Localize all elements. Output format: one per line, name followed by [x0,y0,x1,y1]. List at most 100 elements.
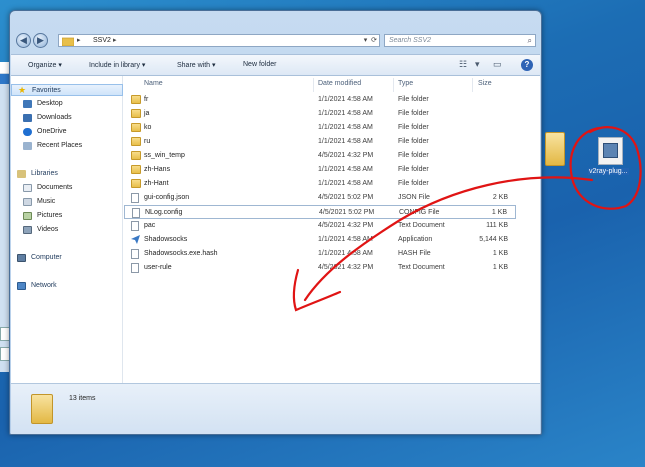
desktop-folder-icon[interactable] [545,132,565,166]
file-name: Shadowsocks [144,236,188,243]
help-icon[interactable]: ? [521,59,533,71]
videos-icon [23,226,32,234]
search-input[interactable]: Search SSV2 ⌕ [384,34,536,47]
navigation-pane: ★ Favorites Desktop Downloads OneDrive R… [11,76,123,383]
sidebar-item-label: Documents [37,184,73,191]
file-date-modified: 4/5/2021 5:02 PM [318,194,374,201]
address-bar-row: ◀ ▶ ▸ SSV2 ▸ ▾ ⟳ Search SSV2 ⌕ [16,33,536,49]
sidebar-item-label: Network [31,282,57,289]
organize-button[interactable]: Organize ▾ [28,61,62,69]
breadcrumb-current[interactable]: SSV2 [93,37,111,44]
archive-icon [603,143,618,158]
column-header-type[interactable]: Type [398,80,413,87]
file-row[interactable]: zh-Hans 1/1/2021 4:58 AM File folder [124,163,516,177]
folder-icon [131,165,141,174]
back-button[interactable]: ◀ [16,33,31,48]
file-name: zh-Hans [144,166,171,173]
documents-icon [23,184,32,192]
column-header-name[interactable]: Name [144,80,163,87]
sidebar-item-label: OneDrive [37,128,67,135]
desktop-file-label[interactable]: v2ray-plug... [588,168,629,175]
file-row[interactable]: zh-Hant 1/1/2021 4:58 AM File folder [124,177,516,191]
column-separator[interactable] [472,78,473,92]
file-row[interactable]: ru 1/1/2021 4:58 AM File folder [124,135,516,149]
file-row[interactable]: ko 1/1/2021 4:58 AM File folder [124,121,516,135]
include-in-library-button[interactable]: Include in library ▾ [89,61,145,69]
sidebar-item-pictures[interactable]: Pictures [11,210,123,222]
column-header-size[interactable]: Size [478,80,492,87]
sidebar-item-network[interactable]: Network [11,280,123,292]
scroll-area[interactable] [516,76,540,383]
preview-pane-icon[interactable]: ▭ [493,59,502,70]
file-name: fr [144,96,149,103]
file-size: 111 KB [486,222,508,229]
address-bar[interactable]: ▸ SSV2 ▸ ▾ ⟳ [58,34,380,47]
sidebar-item-label: Music [37,198,56,205]
file-row[interactable]: gui-config.json 4/5/2021 5:02 PM JSON File… [124,191,516,205]
sidebar-item-recent-places[interactable]: Recent Places [11,140,123,152]
column-header-date-modified[interactable]: Date modified [318,80,361,87]
sidebar-item-downloads[interactable]: Downloads [11,112,123,124]
file-size: 2 KB [492,194,508,201]
share-with-button[interactable]: Share with ▾ [177,61,216,69]
file-name: ja [144,110,150,117]
sidebar-item-onedrive[interactable]: OneDrive [11,126,123,138]
file-row[interactable]: Shadowsocks.exe.hash 1/1/2021 4:58 AM HASH… [124,247,516,261]
explorer-window: ◀ ▶ ▸ SSV2 ▸ ▾ ⟳ Search SSV2 ⌕ Organize … [9,10,542,435]
folder-icon [131,123,141,132]
pictures-icon [23,212,32,220]
file-row[interactable]: NLog.config 4/5/2021 5:02 PM CONFIG File 1 … [124,205,516,219]
document-icon [131,221,139,231]
file-name: Shadowsocks.exe.hash [144,250,218,257]
folder-icon [131,95,141,104]
file-row[interactable]: ja 1/1/2021 4:58 AM File folder [124,107,516,121]
file-row[interactable]: fr 1/1/2021 4:58 AM File folder [124,93,516,107]
file-type: HASH File [398,250,431,257]
file-date-modified: 1/1/2021 4:58 AM [318,166,373,173]
column-separator[interactable] [393,78,394,92]
file-date-modified: 4/5/2021 5:02 PM [319,209,375,216]
file-row[interactable]: user-rule 4/5/2021 4:32 PM Text Document 1 … [124,261,516,275]
view-dropdown-icon[interactable]: ▾ [475,59,480,70]
forward-button[interactable]: ▶ [33,33,48,48]
sidebar-item-music[interactable]: Music [11,196,123,208]
sidebar-item-label: Videos [37,226,59,233]
sidebar-item-label: Computer [31,254,62,261]
sidebar-item-libraries[interactable]: Libraries [11,168,123,180]
desktop-icon [23,100,32,108]
folder-icon [31,394,53,424]
file-type: File folder [398,152,429,159]
paper-plane-icon [131,235,140,244]
details-pane: 13 items [11,383,540,434]
cloud-icon [23,128,32,136]
sidebar-item-label: Downloads [37,114,72,121]
sidebar-item-videos[interactable]: Videos [11,224,123,236]
desktop-file-icon[interactable] [598,137,623,165]
music-icon [23,198,32,206]
sidebar-item-desktop[interactable]: Desktop [11,98,123,110]
search-icon[interactable]: ⌕ [528,36,532,46]
sidebar-item-label: Pictures [37,212,63,219]
sidebar-item-documents[interactable]: Documents [11,182,123,194]
view-options-icon[interactable]: ☷ [459,59,467,70]
new-folder-button[interactable]: New folder [243,61,276,68]
address-dropdown-icon[interactable]: ▾ ⟳ [364,36,377,44]
file-row[interactable]: ss_win_temp 4/5/2021 4:32 PM File folder [124,149,516,163]
column-separator[interactable] [313,78,314,92]
file-list: Name Date modified Type Size fr 1/1/2021 … [124,76,516,383]
file-type: File folder [398,96,429,103]
file-name: pac [144,222,156,229]
file-name: NLog.config [145,209,183,216]
file-size: 1 KB [491,209,507,216]
file-type: Text Document [398,222,445,229]
sidebar-item-favorites[interactable]: ★ Favorites [11,84,123,96]
sidebar-item-label: Desktop [37,100,63,107]
sidebar-item-computer[interactable]: Computer [11,252,123,264]
breadcrumb-chevron-icon[interactable]: ▸ [77,36,81,44]
file-date-modified: 4/5/2021 4:32 PM [318,222,374,229]
breadcrumb-chevron-icon[interactable]: ▸ [113,36,117,44]
file-row[interactable]: pac 4/5/2021 4:32 PM Text Document 111 KB [124,219,516,233]
file-date-modified: 1/1/2021 4:58 AM [318,250,373,257]
file-size: 5,144 KB [479,236,508,243]
file-row[interactable]: Shadowsocks 1/1/2021 4:58 AM Application 5,… [124,233,516,247]
